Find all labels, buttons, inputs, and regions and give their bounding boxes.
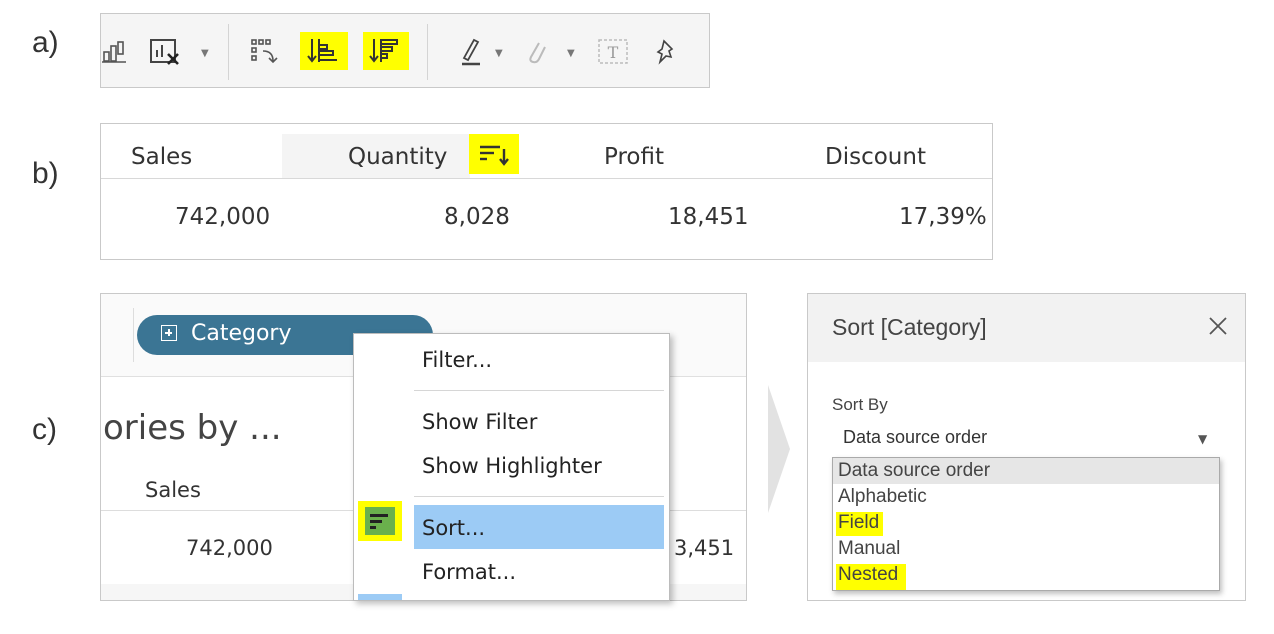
column-header-discount[interactable]: Discount	[825, 144, 926, 170]
svg-text:T: T	[608, 43, 619, 62]
column-header-sales: Sales	[145, 478, 201, 502]
toolbar: ▼ ▼ ▼ T	[100, 13, 710, 88]
annotate-dropdown-icon[interactable]: ▼	[567, 48, 575, 59]
option-nested[interactable]: Nested	[836, 564, 907, 590]
toolbar-divider	[427, 24, 428, 80]
menu-item-format[interactable]: Format...	[422, 560, 516, 584]
chevron-down-icon: ▼	[1198, 432, 1208, 446]
column-header-quantity[interactable]: Quantity	[348, 144, 447, 170]
highlight-dropdown-icon[interactable]: ▼	[495, 48, 503, 59]
swap-icon[interactable]	[247, 36, 283, 68]
option-manual[interactable]: Manual	[836, 538, 900, 562]
clear-dropdown-icon[interactable]: ▼	[201, 48, 209, 59]
header-divider	[101, 178, 992, 179]
sort-by-dropdown-list: Data source order Alphabetic Field Manua…	[832, 457, 1220, 591]
clear-sheet-icon[interactable]	[147, 36, 183, 68]
column-header-sales[interactable]: Sales	[131, 144, 192, 170]
context-menu: Filter... Show Filter Show Highlighter S…	[353, 333, 670, 601]
value-discount: 17,39%	[899, 204, 987, 230]
option-alphabetic[interactable]: Alphabetic	[836, 486, 927, 510]
toolbar-divider	[228, 24, 229, 80]
pin-icon[interactable]	[649, 36, 685, 68]
label-b: b)	[32, 157, 59, 190]
menu-item-show-highlighter[interactable]: Show Highlighter	[422, 454, 602, 478]
highlight-icon[interactable]	[451, 36, 487, 68]
sort-by-value: Data source order	[843, 427, 988, 447]
dialog-title: Sort [Category]	[832, 314, 987, 340]
sort-descending-icon[interactable]	[469, 134, 519, 174]
pill-label: Category	[191, 321, 292, 346]
label-icon[interactable]: T	[595, 36, 631, 68]
menu-item-filter[interactable]: Filter...	[422, 348, 492, 372]
close-icon[interactable]	[1206, 314, 1230, 338]
menu-item-sort[interactable]: Sort...	[422, 516, 485, 540]
value-profit: 3,451	[674, 536, 735, 560]
annotate-icon[interactable]	[519, 36, 555, 68]
summary-table: Sales Quantity Profit Discount 742,000 8…	[100, 123, 993, 260]
option-field[interactable]: Field	[836, 512, 884, 536]
column-header-profit[interactable]: Profit	[604, 144, 664, 170]
shelf-divider	[133, 308, 134, 362]
expand-icon[interactable]	[161, 325, 177, 341]
show-data-icon[interactable]	[101, 36, 129, 68]
option-data-source-order[interactable]: Data source order	[836, 460, 990, 484]
value-sales: 742,000	[186, 536, 273, 560]
view-title: ories by ...	[103, 408, 282, 448]
menu-separator	[414, 390, 664, 391]
label-a: a)	[32, 26, 59, 59]
sort-descending-icon[interactable]	[363, 32, 409, 70]
sort-by-label: Sort By	[832, 395, 888, 414]
menu-item-show-filter[interactable]: Show Filter	[422, 410, 537, 434]
sort-dialog: Sort [Category] Sort By Data source orde…	[807, 293, 1246, 601]
sort-icon	[358, 501, 402, 541]
arrow-right-icon	[768, 385, 790, 513]
value-profit: 18,451	[668, 204, 749, 230]
sort-by-select[interactable]: Data source order ▼	[832, 424, 1222, 454]
menu-separator	[414, 496, 664, 497]
next-item-icon	[358, 594, 402, 600]
value-quantity: 8,028	[444, 204, 510, 230]
label-c: c)	[32, 413, 57, 446]
value-sales: 742,000	[175, 204, 271, 230]
sort-ascending-icon[interactable]	[300, 32, 348, 70]
